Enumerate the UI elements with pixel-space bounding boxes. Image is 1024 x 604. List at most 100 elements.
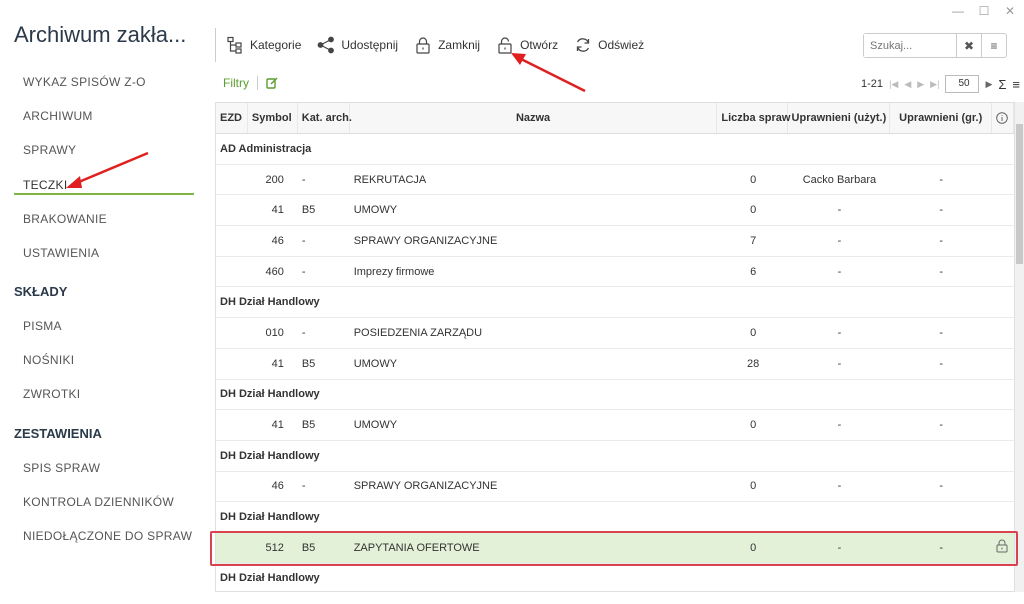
maximize-icon[interactable]: ☐ bbox=[978, 4, 990, 18]
nazwa-cell: UMOWY bbox=[353, 204, 398, 217]
uprawnieni-gr-cell: - bbox=[939, 326, 943, 339]
group-row[interactable]: DH Dział Handlowy bbox=[216, 380, 1014, 411]
search-box: ✖ ≡ bbox=[863, 33, 1007, 58]
filters-bar: Filtry bbox=[223, 76, 278, 90]
sidebar-item-wykaz[interactable]: WYKAZ SPISÓW Z-O bbox=[23, 75, 146, 89]
vertical-scrollbar[interactable] bbox=[1015, 102, 1024, 592]
section-sklady: SKŁADY bbox=[14, 284, 68, 299]
app-title: Archiwum zakła... bbox=[14, 22, 187, 47]
table-row[interactable]: 010 - POSIEDZENIA ZARZĄDU 0 - - bbox=[216, 318, 1014, 349]
table-row[interactable]: 41 B5 UMOWY 28 - - bbox=[216, 349, 1014, 380]
annotation-arrow-teczki bbox=[66, 151, 149, 188]
table-row[interactable]: 41 B5 UMOWY 0 - - bbox=[216, 410, 1014, 441]
table-row[interactable]: 41 B5 UMOWY 0 - - bbox=[216, 195, 1014, 227]
uprawnieni-uzyt-cell: - bbox=[837, 326, 842, 339]
table-row[interactable]: 46 - SPRAWY ORGANIZACYJNE 0 - - bbox=[216, 472, 1014, 503]
minimize-icon[interactable]: — bbox=[952, 4, 964, 18]
sidebar-item-ustawienia[interactable]: USTAWIENIA bbox=[23, 246, 99, 260]
scrollbar-thumb[interactable] bbox=[1016, 124, 1023, 264]
prev-page-icon[interactable]: ◀ bbox=[904, 79, 911, 90]
sidebar-item-nosniki[interactable]: NOŚNIKI bbox=[23, 353, 74, 367]
col-uprawnieni-uzyt[interactable]: Uprawnieni (użyt.) bbox=[788, 103, 891, 133]
kat-arch-cell: - bbox=[301, 480, 306, 493]
kat-arch-cell: B5 bbox=[301, 419, 316, 432]
symbol-cell: 46 bbox=[271, 234, 284, 247]
col-liczba-spraw[interactable]: Liczba spraw bbox=[717, 103, 790, 133]
uprawnieni-gr-cell: - bbox=[939, 265, 943, 278]
columns-menu-icon[interactable]: ≡ bbox=[1012, 77, 1020, 92]
page-size-field[interactable]: 50 bbox=[945, 75, 980, 93]
kategorie-label: Kategorie bbox=[250, 38, 302, 52]
col-nazwa[interactable]: Nazwa bbox=[350, 103, 718, 133]
nazwa-cell: POSIEDZENIA ZARZĄDU bbox=[353, 326, 483, 339]
col-kat-arch[interactable]: Kat. arch. bbox=[298, 103, 352, 133]
col-symbol[interactable]: Symbol bbox=[248, 103, 298, 133]
sidebar-item-spis-spraw[interactable]: SPIS SPRAW bbox=[23, 461, 100, 475]
liczba-spraw-cell: 0 bbox=[750, 480, 757, 493]
sidebar-item-niedolaczone[interactable]: NIEDOŁĄCZONE DO SPRAW bbox=[23, 529, 192, 543]
nazwa-cell: Imprezy firmowe bbox=[353, 265, 435, 278]
table-header: EZD Symbol Kat. arch. Nazwa Liczba spraw… bbox=[216, 103, 1014, 134]
kat-arch-cell: - bbox=[301, 234, 306, 247]
uprawnieni-gr-cell: - bbox=[939, 357, 943, 370]
search-input[interactable] bbox=[864, 34, 956, 57]
lock-closed-icon bbox=[416, 37, 430, 54]
close-icon[interactable]: ✕ bbox=[1004, 4, 1016, 18]
clear-search-icon[interactable]: ✖ bbox=[956, 34, 981, 57]
next-page-icon[interactable]: ▶ bbox=[917, 79, 924, 90]
col-uprawnieni-gr[interactable]: Uprawnieni (gr.) bbox=[890, 103, 993, 133]
info-icon[interactable] bbox=[992, 103, 1014, 133]
group-row[interactable]: DH Dział Handlowy bbox=[216, 564, 1014, 591]
page-size-dropdown-icon[interactable]: ▶ bbox=[985, 79, 992, 90]
kat-arch-cell: - bbox=[301, 265, 306, 278]
group-label: AD Administracja bbox=[220, 142, 312, 155]
table-row[interactable]: 46 - SPRAWY ORGANIZACYJNE 7 - - bbox=[216, 226, 1014, 257]
toolbar: Kategorie Udostępnij Zamknij Otwórz Odśw… bbox=[215, 28, 660, 62]
last-page-icon[interactable]: ▶| bbox=[930, 79, 939, 90]
udostepnij-button[interactable]: Udostępnij bbox=[317, 36, 398, 54]
uprawnieni-gr-cell: - bbox=[939, 480, 943, 493]
sum-icon[interactable]: Σ bbox=[998, 77, 1006, 92]
sidebar-item-archiwum[interactable]: ARCHIWUM bbox=[23, 109, 93, 123]
table-row[interactable]: 200 - REKRUTACJA 0 Cacko Barbara - bbox=[216, 165, 1014, 196]
group-label: DH Dział Handlowy bbox=[220, 572, 320, 585]
pager: 1-21 |◀ ◀ ▶ ▶| 50 ▶ Σ ≡ bbox=[861, 75, 1020, 93]
group-row[interactable]: DH Dział Handlowy bbox=[216, 502, 1014, 533]
nazwa-cell: REKRUTACJA bbox=[353, 173, 427, 186]
table-row[interactable]: 460 - Imprezy firmowe 6 - - bbox=[216, 257, 1014, 288]
group-row[interactable]: DH Dział Handlowy bbox=[216, 441, 1014, 472]
share-icon bbox=[317, 36, 335, 54]
edit-filter-icon[interactable] bbox=[266, 77, 278, 89]
sidebar-item-kontrola[interactable]: KONTROLA DZIENNIKÓW bbox=[23, 495, 174, 509]
table-body: AD Administracja 200 - REKRUTACJA 0 Cacko Bar… bbox=[216, 134, 1014, 591]
uprawnieni-uzyt-cell: - bbox=[837, 357, 842, 370]
group-label: DH Dział Handlowy bbox=[220, 296, 320, 309]
sidebar-item-pisma[interactable]: PISMA bbox=[23, 319, 62, 333]
filters-link[interactable]: Filtry bbox=[223, 76, 249, 90]
liczba-spraw-cell: 0 bbox=[750, 204, 757, 217]
sidebar-item-zwrotki[interactable]: ZWROTKI bbox=[23, 387, 80, 401]
symbol-cell: 41 bbox=[271, 419, 284, 432]
group-row[interactable]: DH Dział Handlowy bbox=[216, 287, 1014, 319]
active-item-underline bbox=[14, 193, 194, 195]
odswiez-label: Odśwież bbox=[598, 38, 645, 52]
group-label: DH Dział Handlowy bbox=[220, 388, 320, 401]
sidebar-item-brakowanie[interactable]: BRAKOWANIE bbox=[23, 212, 107, 226]
menu-icon[interactable]: ≡ bbox=[981, 34, 1006, 57]
kategorie-button[interactable]: Kategorie bbox=[226, 36, 301, 54]
uprawnieni-uzyt-cell: - bbox=[837, 234, 842, 247]
uprawnieni-uzyt-cell: - bbox=[837, 265, 842, 278]
window-controls: — ☐ ✕ bbox=[952, 4, 1016, 18]
nazwa-cell: SPRAWY ORGANIZACYJNE bbox=[353, 480, 498, 493]
zamknij-button[interactable]: Zamknij bbox=[414, 36, 480, 54]
symbol-cell: 200 bbox=[265, 173, 284, 186]
nazwa-cell: UMOWY bbox=[353, 357, 398, 370]
col-ezd[interactable]: EZD bbox=[216, 103, 248, 133]
sidebar: Archiwum zakła... WYKAZ SPISÓW Z-O ARCHI… bbox=[0, 0, 208, 604]
uprawnieni-gr-cell: - bbox=[939, 419, 943, 432]
nazwa-cell: SPRAWY ORGANIZACYJNE bbox=[353, 234, 498, 247]
first-page-icon[interactable]: |◀ bbox=[889, 79, 898, 90]
liczba-spraw-cell: 28 bbox=[747, 357, 760, 370]
group-row[interactable]: AD Administracja bbox=[216, 134, 1014, 165]
symbol-cell: 46 bbox=[271, 480, 284, 493]
